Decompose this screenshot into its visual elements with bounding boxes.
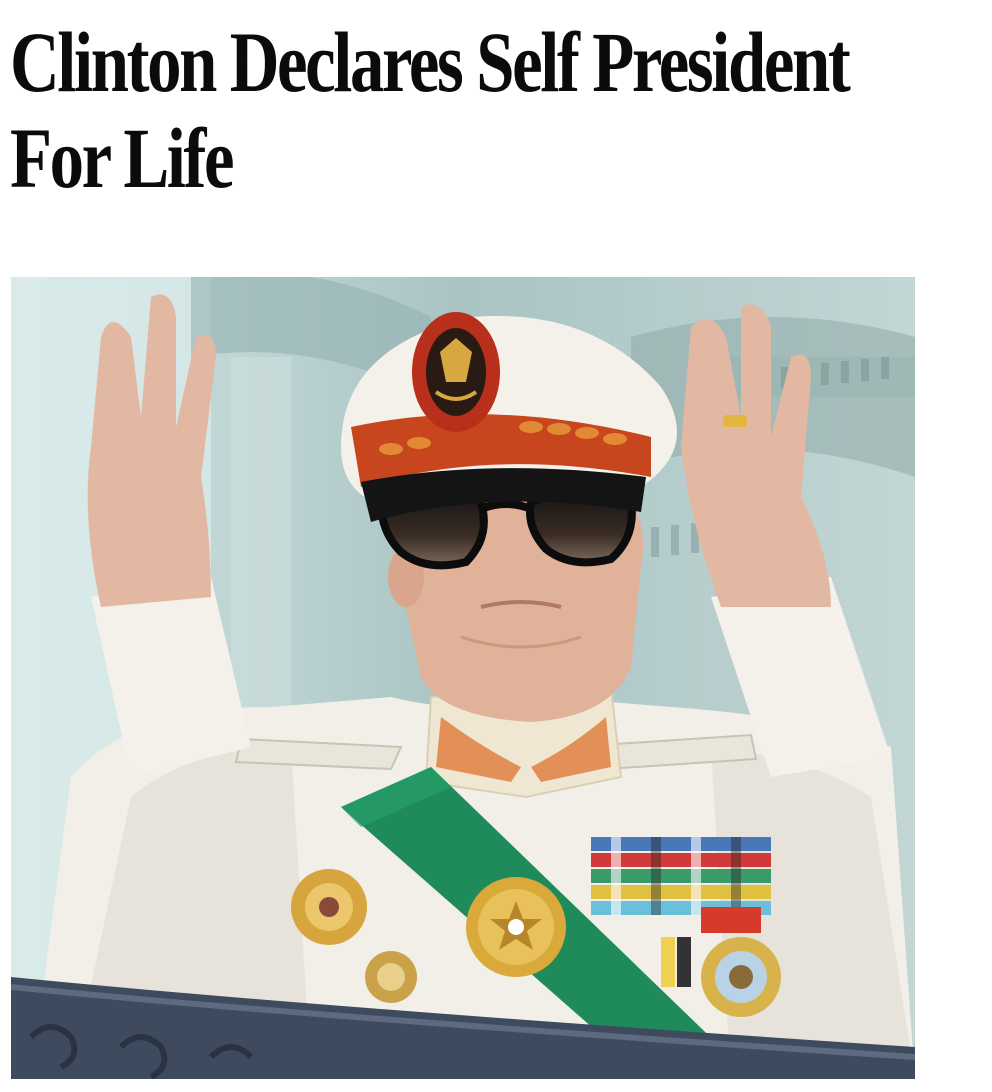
cap-badge: [412, 312, 500, 432]
ribbon-bars: [591, 837, 771, 915]
article-photo: [11, 277, 915, 1079]
headline-line-1: Clinton Declares Self President: [10, 14, 851, 110]
article: Clinton Declares Self President For Life: [0, 0, 992, 1092]
photo-illustration: [11, 277, 915, 1079]
headline-line-2: For Life: [10, 110, 235, 206]
wedding-ring: [723, 415, 747, 427]
left-raised-hand: [87, 294, 217, 607]
sash-star-medal: [466, 877, 566, 977]
headline: Clinton Declares Self President For Life: [10, 14, 851, 206]
chest-medal-left: [291, 869, 367, 945]
